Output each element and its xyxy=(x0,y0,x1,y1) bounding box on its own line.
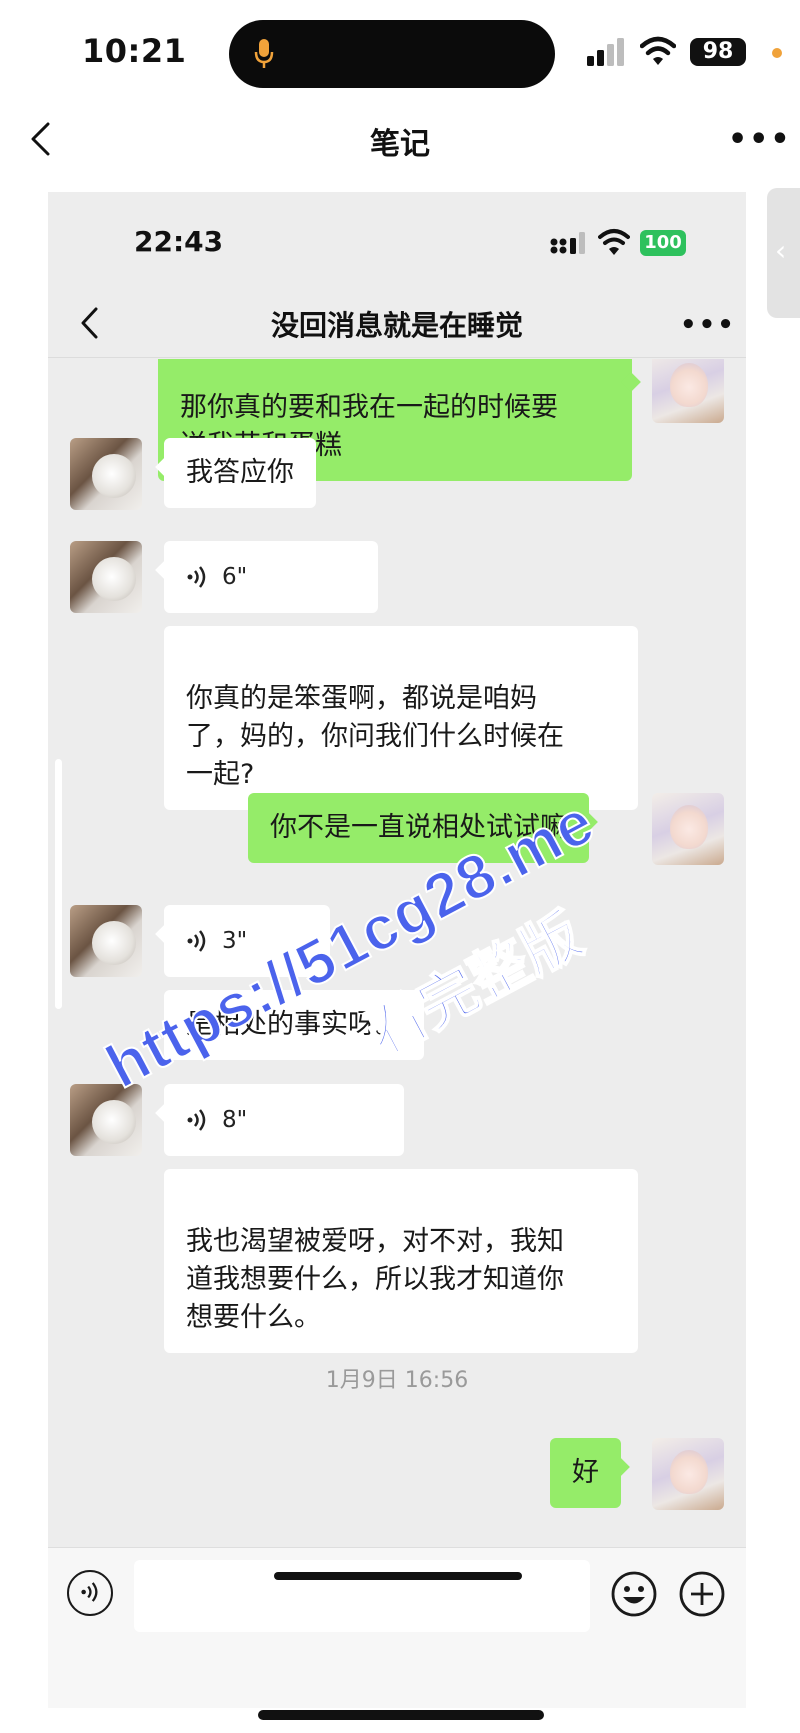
message-bubble[interactable]: 好 xyxy=(550,1438,630,1508)
message-bubble[interactable]: 是相处的事实呀。 xyxy=(164,990,424,1060)
message-bubble[interactable]: 你真的是笨蛋啊，都说是咱妈 了，妈的，你问我们什么时候在 一起? xyxy=(164,626,638,810)
voice-wave-icon xyxy=(187,930,206,952)
outer-clock: 10:21 xyxy=(82,32,187,70)
avatar[interactable] xyxy=(70,905,142,977)
avatar[interactable] xyxy=(70,541,142,613)
outer-status-bar: 10:21 98 xyxy=(0,0,800,105)
chat-header: 没回消息就是在睡觉 ••• xyxy=(48,292,746,358)
avatar[interactable] xyxy=(652,793,724,865)
voice-message[interactable]: 3" xyxy=(155,905,330,977)
voice-message[interactable]: 8" xyxy=(155,1084,404,1156)
microphone-icon xyxy=(254,39,274,68)
wifi-icon xyxy=(640,36,676,65)
voice-wave-icon xyxy=(187,1109,206,1131)
message-bubble[interactable]: 你不是一直说相处试试嘛 xyxy=(248,793,598,863)
battery-indicator: 98 xyxy=(690,38,746,66)
more-icon[interactable]: ••• xyxy=(728,125,792,155)
home-indicator xyxy=(274,1572,522,1580)
message-bubble[interactable]: 我也渴望被爱呀，对不对，我知 道我想要什么，所以我才知道你 想要什么。 xyxy=(164,1169,638,1353)
home-indicator xyxy=(258,1710,544,1720)
plus-icon[interactable] xyxy=(678,1570,726,1618)
voice-input-button[interactable] xyxy=(67,1570,113,1616)
emoji-icon[interactable] xyxy=(610,1570,658,1618)
more-icon[interactable]: ••• xyxy=(680,312,736,338)
voice-duration: 8" xyxy=(222,1107,248,1133)
message-input[interactable] xyxy=(134,1560,590,1632)
message-text: 我也渴望被爱呀，对不对，我知 道我想要什么，所以我才知道你 想要什么。 xyxy=(186,1226,564,1333)
message-bubble[interactable]: 我答应你 xyxy=(155,438,316,508)
privacy-dot xyxy=(772,48,782,58)
page-title: 笔记 xyxy=(370,127,430,162)
message-text: 是相处的事实呀。 xyxy=(186,1009,402,1040)
voice-wave-icon xyxy=(187,566,206,588)
voice-duration: 3" xyxy=(222,928,248,954)
message-text: 好 xyxy=(572,1457,599,1488)
outer-nav-bar: 笔记 ••• xyxy=(0,105,800,175)
message-text: 你真的是笨蛋啊，都说是咱妈 了，妈的，你问我们什么时候在 一起? xyxy=(186,683,564,790)
dynamic-island xyxy=(229,20,555,88)
message-text: 我答应你 xyxy=(186,457,294,488)
voice-wave-icon xyxy=(81,1582,98,1602)
signal-icon xyxy=(587,38,624,66)
chevron-left-icon: ‹ xyxy=(775,234,787,267)
chat-title: 没回消息就是在睡觉 xyxy=(270,309,523,342)
side-pull-tab[interactable]: ‹ xyxy=(767,188,800,318)
inner-status-bar: 22:43 100 xyxy=(48,192,746,292)
battery-indicator: 100 xyxy=(640,230,686,256)
avatar[interactable] xyxy=(652,359,724,423)
signal-icon xyxy=(550,232,585,254)
inner-clock: 22:43 xyxy=(134,225,224,258)
avatar[interactable] xyxy=(652,1438,724,1510)
voice-duration: 6" xyxy=(222,564,248,590)
avatar[interactable] xyxy=(70,438,142,510)
message-timestamp: 1月9日 16:56 xyxy=(325,1368,469,1393)
message-list[interactable]: 那你真的要和我在一起的时候要 送我花和蛋糕 我答应你 6" 你真的是笨蛋啊，都说… xyxy=(48,359,746,1708)
wifi-icon xyxy=(598,229,630,255)
scrollbar[interactable] xyxy=(55,759,62,1009)
avatar[interactable] xyxy=(70,1084,142,1156)
chat-screenshot: 22:43 100 没回消息就是在睡觉 ••• 那你真的要和我在一起的时候要 送… xyxy=(48,192,746,1708)
voice-message[interactable]: 6" xyxy=(155,541,378,613)
message-text: 你不是一直说相处试试嘛 xyxy=(270,812,567,843)
